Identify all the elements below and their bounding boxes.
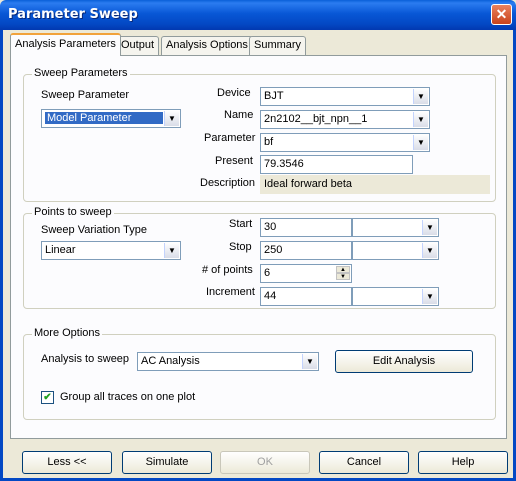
sweep-parameter-value: Model Parameter [45, 112, 163, 124]
spin-up-icon[interactable]: ▲ [336, 266, 350, 273]
ok-button[interactable]: OK [220, 451, 310, 474]
variation-type-select[interactable]: Linear ▼ [41, 241, 181, 260]
tab-analysis-options[interactable]: Analysis Options [161, 36, 253, 55]
tab-output[interactable]: Output [116, 36, 160, 55]
chevron-down-icon[interactable]: ▼ [413, 135, 428, 150]
start-unit-select[interactable]: ▼ [352, 218, 439, 237]
group-traces-label: Group all traces on one plot [60, 391, 196, 403]
points-to-sweep-title: Points to sweep [32, 206, 114, 218]
points-to-sweep-group: Points to sweep Sweep Variation Type Lin… [23, 206, 496, 309]
sweep-parameter-select[interactable]: Model Parameter ▼ [41, 109, 181, 128]
parameter-value: bf [264, 136, 274, 148]
variation-type-label: Sweep Variation Type [41, 224, 147, 236]
start-label: Start [229, 218, 253, 230]
num-points-stepper[interactable]: 6 ▲ ▼ [260, 264, 352, 283]
sweep-parameter-label: Sweep Parameter [41, 89, 130, 101]
spin-down-icon[interactable]: ▼ [336, 273, 350, 280]
more-options-group: More Options Analysis to sweep AC Analys… [23, 327, 496, 420]
num-points-label: # of points [202, 264, 253, 276]
device-label: Device [217, 87, 251, 99]
group-traces-checkbox[interactable]: ✔ [41, 391, 54, 404]
chevron-down-icon[interactable]: ▼ [422, 243, 437, 258]
less-button[interactable]: Less << [22, 451, 112, 474]
description-label: Description [200, 177, 256, 189]
more-options-title: More Options [32, 327, 103, 339]
window-title: Parameter Sweep [8, 7, 138, 22]
increment-unit-select[interactable]: ▼ [352, 287, 439, 306]
parameter-label: Parameter [204, 132, 256, 144]
start-field[interactable]: 30 [260, 218, 352, 237]
chevron-down-icon[interactable]: ▼ [302, 354, 317, 369]
variation-type-value: Linear [45, 244, 76, 256]
name-label: Name [224, 109, 254, 121]
cancel-button[interactable]: Cancel [319, 451, 409, 474]
help-button[interactable]: Help [418, 451, 508, 474]
close-icon[interactable]: ✕ [491, 4, 512, 25]
sweep-parameters-group: Sweep Parameters Sweep Parameter Model P… [23, 67, 496, 202]
spin-buttons: ▲ ▼ [336, 266, 350, 281]
tab-analysis-parameters[interactable]: Analysis Parameters [10, 33, 121, 56]
chevron-down-icon[interactable]: ▼ [164, 111, 179, 126]
title-bar: Parameter Sweep ✕ [0, 0, 516, 30]
stop-unit-select[interactable]: ▼ [352, 241, 439, 260]
stop-field[interactable]: 250 [260, 241, 352, 260]
analysis-to-sweep-select[interactable]: AC Analysis ▼ [137, 352, 319, 371]
increment-label: Increment [206, 286, 255, 298]
tab-panel: Sweep Parameters Sweep Parameter Model P… [10, 55, 507, 439]
present-label: Present [215, 155, 253, 167]
name-value: 2n2102__bjt_npn__1 [264, 113, 368, 125]
device-select[interactable]: BJT ▼ [260, 87, 430, 106]
increment-field[interactable]: 44 [260, 287, 352, 306]
edit-analysis-button[interactable]: Edit Analysis [335, 350, 473, 373]
num-points-value: 6 [264, 267, 271, 279]
chevron-down-icon[interactable]: ▼ [422, 289, 437, 304]
chevron-down-icon[interactable]: ▼ [422, 220, 437, 235]
present-field[interactable]: 79.3546 [260, 155, 413, 174]
stop-label: Stop [229, 241, 252, 253]
parameter-select[interactable]: bf ▼ [260, 133, 430, 152]
simulate-button[interactable]: Simulate [122, 451, 212, 474]
description-value: Ideal forward beta [260, 175, 490, 194]
sweep-parameters-title: Sweep Parameters [32, 67, 130, 79]
analysis-to-sweep-value: AC Analysis [141, 355, 200, 367]
tab-summary[interactable]: Summary [249, 36, 307, 55]
name-select[interactable]: 2n2102__bjt_npn__1 ▼ [260, 110, 430, 129]
device-value: BJT [264, 90, 284, 102]
chevron-down-icon[interactable]: ▼ [413, 89, 428, 104]
chevron-down-icon[interactable]: ▼ [413, 112, 428, 127]
chevron-down-icon[interactable]: ▼ [164, 243, 179, 258]
analysis-to-sweep-label: Analysis to sweep [41, 353, 130, 365]
